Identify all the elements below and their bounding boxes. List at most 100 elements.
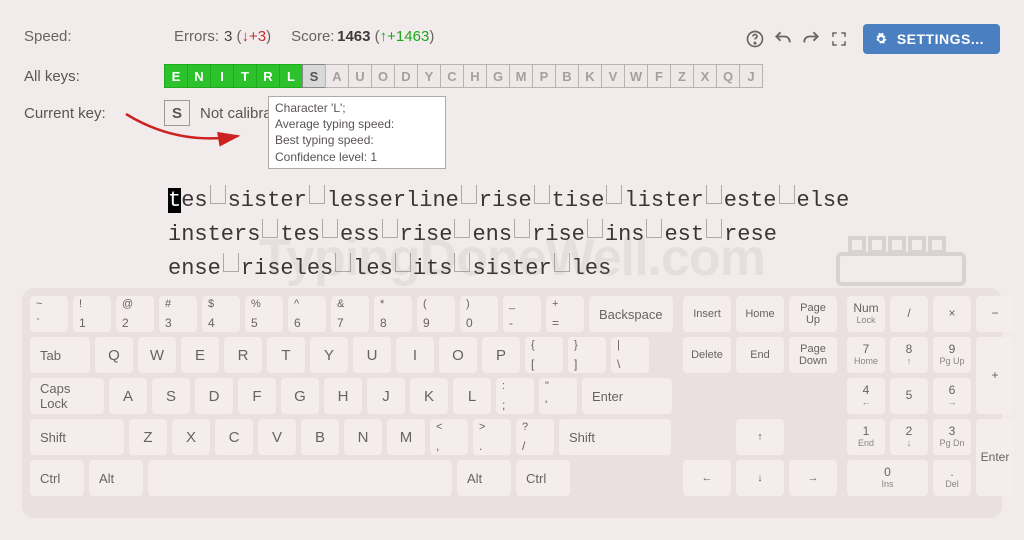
key-a[interactable]: A [109, 378, 147, 414]
key-chip-l[interactable]: L [279, 64, 303, 88]
key-=[interactable]: += [546, 296, 584, 332]
key-o[interactable]: O [439, 337, 477, 373]
key-4[interactable]: $4 [202, 296, 240, 332]
key-[[interactable]: {[ [525, 337, 563, 373]
key-l[interactable]: L [453, 378, 491, 414]
key-capslock[interactable]: Caps Lock [30, 378, 104, 414]
key-chip-o[interactable]: O [371, 64, 395, 88]
numkey-enter[interactable]: Enter [976, 419, 1014, 496]
key-5[interactable]: %5 [245, 296, 283, 332]
key-r[interactable]: R [224, 337, 262, 373]
key-chip-g[interactable]: G [486, 64, 510, 88]
numkey-2[interactable]: 2↓ [890, 419, 928, 455]
numkey-r0c3[interactable]: − [976, 296, 1014, 332]
numkey-9[interactable]: 9Pg Up [933, 337, 971, 373]
numkey-1[interactable]: 1End [847, 419, 885, 455]
numkey-r0c2[interactable]: × [933, 296, 971, 332]
key-chip-z[interactable]: Z [670, 64, 694, 88]
key-chip-w[interactable]: W [624, 64, 648, 88]
key-chip-j[interactable]: J [739, 64, 763, 88]
key-backspace[interactable]: Backspace [589, 296, 673, 332]
key-`[interactable]: ~` [30, 296, 68, 332]
key-arrow-right[interactable]: → [789, 460, 837, 496]
key-chip-q[interactable]: Q [716, 64, 740, 88]
key-v[interactable]: V [258, 419, 296, 455]
numkey-5[interactable]: 5 [890, 378, 928, 414]
key-u[interactable]: U [353, 337, 391, 373]
key-space[interactable] [148, 460, 452, 496]
key-chip-x[interactable]: X [693, 64, 717, 88]
key-c[interactable]: C [215, 419, 253, 455]
key-ctrl-left[interactable]: Ctrl [30, 460, 84, 496]
key--[interactable]: _- [503, 296, 541, 332]
key-n[interactable]: N [344, 419, 382, 455]
settings-button[interactable]: SETTINGS... [863, 24, 1000, 54]
key-g[interactable]: G [281, 378, 319, 414]
numkey-6[interactable]: 6→ [933, 378, 971, 414]
numkey-dot[interactable]: .Del [933, 460, 971, 496]
key-page[interactable]: PageUp [789, 296, 837, 332]
key-chip-u[interactable]: U [348, 64, 372, 88]
key-chip-e[interactable]: E [164, 64, 188, 88]
numkey-8[interactable]: 8↑ [890, 337, 928, 373]
key-8[interactable]: *8 [374, 296, 412, 332]
key-chip-a[interactable]: A [325, 64, 349, 88]
practice-text[interactable]: tessisterlesserlinerisetiselisteresteels… [168, 184, 1000, 286]
key-7[interactable]: &7 [331, 296, 369, 332]
key-p[interactable]: P [482, 337, 520, 373]
key-k[interactable]: K [410, 378, 448, 414]
key-punct[interactable]: <, [430, 419, 468, 455]
key-\[interactable]: |\ [611, 337, 649, 373]
key-chip-k[interactable]: K [578, 64, 602, 88]
key-d[interactable]: D [195, 378, 233, 414]
key-tab[interactable]: Tab [30, 337, 90, 373]
key-f[interactable]: F [238, 378, 276, 414]
key-shift-left[interactable]: Shift [30, 419, 124, 455]
key-arrow-left[interactable]: ← [683, 460, 731, 496]
key-chip-s[interactable]: S [302, 64, 326, 88]
numkey-plus[interactable]: + [976, 337, 1014, 414]
key-x[interactable]: X [172, 419, 210, 455]
key-chip-p[interactable]: P [532, 64, 556, 88]
key-arrow-up[interactable]: ↑ [736, 419, 784, 455]
key-b[interactable]: B [301, 419, 339, 455]
key-page[interactable]: PageDown [789, 337, 837, 373]
key-z[interactable]: Z [129, 419, 167, 455]
key-j[interactable]: J [367, 378, 405, 414]
key-chip-t[interactable]: T [233, 64, 257, 88]
key-][interactable]: }] [568, 337, 606, 373]
numkey-4[interactable]: 4← [847, 378, 885, 414]
numkey-r0c1[interactable]: / [890, 296, 928, 332]
key-9[interactable]: (9 [417, 296, 455, 332]
key-q[interactable]: Q [95, 337, 133, 373]
key-end[interactable]: End [736, 337, 784, 373]
key-chip-d[interactable]: D [394, 64, 418, 88]
key-m[interactable]: M [387, 419, 425, 455]
key-chip-h[interactable]: H [463, 64, 487, 88]
key-6[interactable]: ^6 [288, 296, 326, 332]
undo-icon[interactable] [769, 25, 797, 53]
key-chip-r[interactable]: R [256, 64, 280, 88]
key-punct[interactable]: "' [539, 378, 577, 414]
key-alt-left[interactable]: Alt [89, 460, 143, 496]
redo-icon[interactable] [797, 25, 825, 53]
key-punct[interactable]: >. [473, 419, 511, 455]
key-2[interactable]: @2 [116, 296, 154, 332]
key-home[interactable]: Home [736, 296, 784, 332]
key-e[interactable]: E [181, 337, 219, 373]
key-y[interactable]: Y [310, 337, 348, 373]
key-delete[interactable]: Delete [683, 337, 731, 373]
key-s[interactable]: S [152, 378, 190, 414]
key-0[interactable]: )0 [460, 296, 498, 332]
key-i[interactable]: I [396, 337, 434, 373]
key-punct[interactable]: :; [496, 378, 534, 414]
key-chip-y[interactable]: Y [417, 64, 441, 88]
key-chip-m[interactable]: M [509, 64, 533, 88]
key-chip-f[interactable]: F [647, 64, 671, 88]
key-chip-v[interactable]: V [601, 64, 625, 88]
key-3[interactable]: #3 [159, 296, 197, 332]
key-chip-n[interactable]: N [187, 64, 211, 88]
key-w[interactable]: W [138, 337, 176, 373]
key-chip-i[interactable]: I [210, 64, 234, 88]
key-chip-b[interactable]: B [555, 64, 579, 88]
